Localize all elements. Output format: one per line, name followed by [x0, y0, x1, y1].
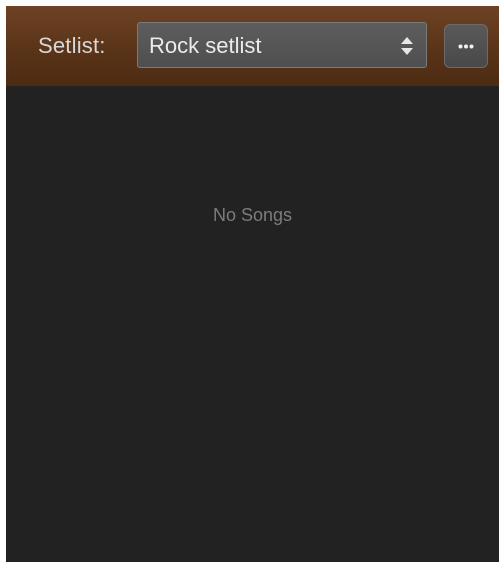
- song-list: No Songs: [6, 86, 499, 562]
- setlist-header: Setlist: Rock setlist: [6, 6, 499, 86]
- ellipsis-icon: [458, 44, 474, 49]
- setlist-label: Setlist:: [38, 33, 106, 58]
- empty-state-text: No Songs: [212, 205, 293, 225]
- more-options-button[interactable]: [444, 24, 488, 68]
- window: Setlist: Rock setlist No Songs: [0, 0, 499, 562]
- setlist-panel: Setlist: Rock setlist No Songs: [6, 6, 499, 562]
- setlist-select[interactable]: Rock setlist: [137, 22, 427, 68]
- updown-chevrons-icon: [401, 37, 413, 55]
- setlist-select-value: Rock setlist: [149, 33, 262, 58]
